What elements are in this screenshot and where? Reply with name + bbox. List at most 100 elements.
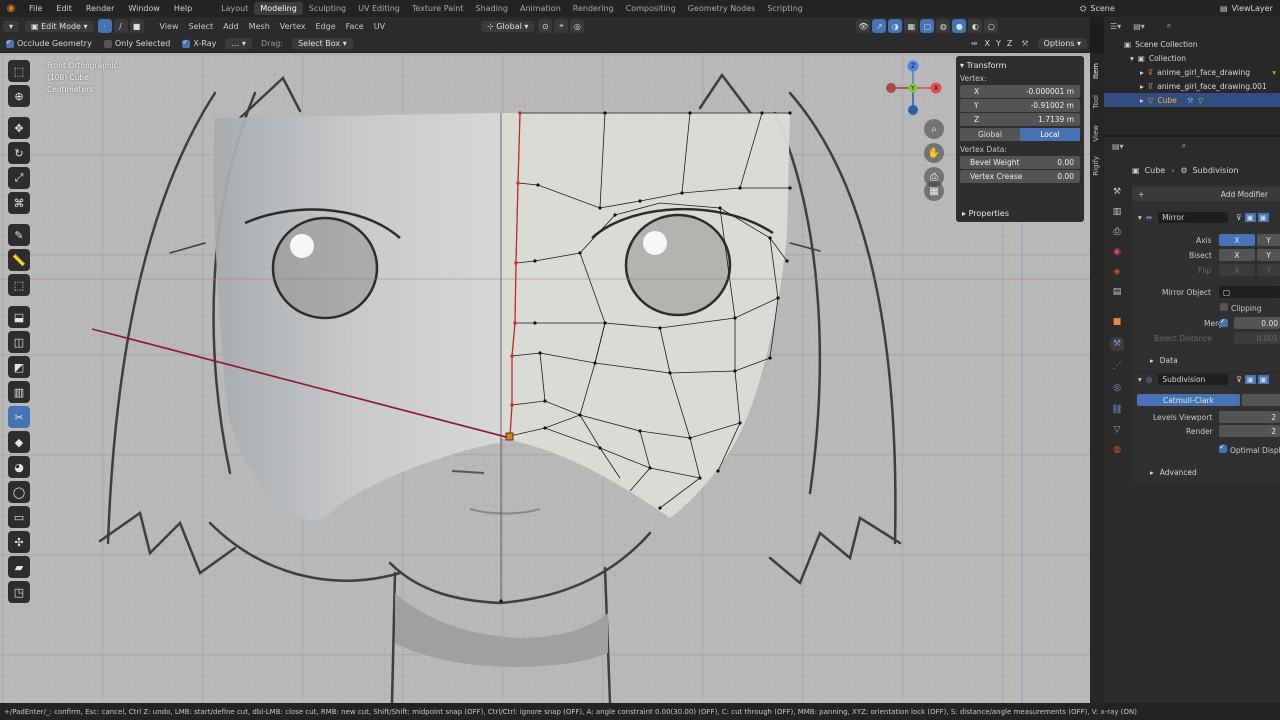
- overlay-icon[interactable]: ◑: [888, 19, 903, 33]
- mirror-object-field[interactable]: ▢: [1219, 286, 1280, 298]
- wireframe-shading-icon[interactable]: ◍: [936, 19, 951, 33]
- bisect-x-toggle[interactable]: X: [1219, 249, 1255, 261]
- outliner-item-face-drawing[interactable]: ▸ ⊽ anime_girl_face_drawing ▾: [1104, 65, 1280, 79]
- editmode-toggle-icon[interactable]: ▣: [1244, 212, 1256, 222]
- ortho-grid-icon[interactable]: ▦: [924, 181, 944, 201]
- viewport-toggle-icon[interactable]: ▣: [1257, 212, 1269, 222]
- menu-uv[interactable]: UV: [369, 22, 390, 31]
- physics-tab-icon[interactable]: ◎: [1110, 381, 1124, 395]
- data-tab-icon[interactable]: ▽: [1110, 423, 1124, 437]
- workspace-tab-geometry-nodes[interactable]: Geometry Nodes: [682, 2, 761, 15]
- editmode-toggle-icon[interactable]: ▣: [1244, 375, 1256, 384]
- global-button[interactable]: Global: [960, 128, 1020, 141]
- vertex-crease-field[interactable]: Vertex Crease 0.00: [960, 170, 1080, 183]
- menu-add[interactable]: Add: [218, 22, 244, 31]
- scene-tab-icon[interactable]: ◈: [1110, 265, 1124, 279]
- menu-help[interactable]: Help: [167, 4, 199, 13]
- bisect-y-toggle[interactable]: Y: [1257, 249, 1280, 261]
- menu-window[interactable]: Window: [121, 4, 167, 13]
- sidebar-tab-rigify[interactable]: Rigify: [1092, 156, 1100, 176]
- axis-x-toggle[interactable]: X: [1219, 234, 1255, 246]
- advanced-subpanel-header[interactable]: ▸ Advanced: [1132, 465, 1280, 479]
- output-tab-icon[interactable]: ⎙: [1110, 225, 1124, 239]
- add-modifier-button[interactable]: + Add Modifier: [1132, 187, 1280, 201]
- menu-edge[interactable]: Edge: [310, 22, 340, 31]
- workspace-tab-rendering[interactable]: Rendering: [567, 2, 620, 15]
- rotate-tool-icon[interactable]: ↻: [8, 142, 30, 164]
- particles-tab-icon[interactable]: ⋰: [1110, 359, 1124, 373]
- merge-distance-field[interactable]: 0.00: [1234, 317, 1280, 329]
- bevel-weight-field[interactable]: Bevel Weight 0.00: [960, 156, 1080, 169]
- simple-button[interactable]: [1242, 394, 1280, 406]
- optimal-display-checkbox[interactable]: Optimal Displ: [1219, 443, 1280, 455]
- smooth-tool-icon[interactable]: ◯: [8, 481, 30, 503]
- face-select-icon[interactable]: ■: [129, 19, 144, 33]
- display-mode-icon[interactable]: ▤▾: [1133, 22, 1145, 31]
- flip-y-toggle[interactable]: Y: [1257, 264, 1280, 276]
- scene-selector[interactable]: ⛭ Scene: [1080, 0, 1115, 17]
- edge-slide-tool-icon[interactable]: ▭: [8, 506, 30, 528]
- vertex-select-icon[interactable]: ·: [97, 19, 112, 33]
- drag-dropdown[interactable]: Select Box ▾: [292, 38, 353, 49]
- clipping-checkbox[interactable]: Clipping: [1220, 303, 1262, 313]
- mirror-y-toggle[interactable]: Y: [996, 39, 1001, 48]
- solid-shading-icon[interactable]: ●: [952, 19, 967, 33]
- outliner-item-scene-collection[interactable]: ▣ Scene Collection: [1104, 37, 1280, 51]
- rendered-shading-icon[interactable]: ○: [984, 19, 999, 33]
- transform-tool-icon[interactable]: ⌘: [8, 192, 30, 214]
- view-layer-selector[interactable]: ▤ ViewLayer: [1220, 0, 1273, 17]
- shrink-fatten-tool-icon[interactable]: ✣: [8, 531, 30, 553]
- vertex-y-field[interactable]: Y -0.91002 m: [960, 99, 1080, 112]
- workspace-tab-layout[interactable]: Layout: [215, 2, 254, 15]
- levels-viewport-field[interactable]: 2: [1219, 411, 1280, 423]
- outliner-item-collection[interactable]: ▾ ▣ Collection: [1104, 51, 1280, 65]
- menu-select[interactable]: Select: [184, 22, 219, 31]
- menu-vertex[interactable]: Vertex: [275, 22, 311, 31]
- options-dropdown[interactable]: Options ▾: [1037, 38, 1087, 49]
- flip-x-toggle[interactable]: X: [1219, 264, 1255, 276]
- pan-hand-icon[interactable]: ✋: [924, 143, 944, 163]
- xray-toggle-icon[interactable]: ▢: [920, 19, 935, 33]
- workspace-tab-uv-editing[interactable]: UV Editing: [352, 2, 406, 15]
- rip-tool-icon[interactable]: ◳: [8, 581, 30, 603]
- sidebar-tab-item[interactable]: Item: [1092, 63, 1100, 79]
- pivot-icon[interactable]: ⊙: [538, 19, 553, 33]
- spin-tool-icon[interactable]: ◕: [8, 456, 30, 478]
- menu-face[interactable]: Face: [341, 22, 369, 31]
- funnel-icon[interactable]: ⊽: [1236, 213, 1242, 222]
- wrench-icon[interactable]: ⚒: [1021, 39, 1028, 48]
- properties-editor-icon[interactable]: ▤▾: [1112, 142, 1124, 151]
- subdivision-modifier-header[interactable]: ▾ ◎ Subdivision ⊽ ▣ ▣: [1132, 372, 1280, 386]
- outliner-search-icon[interactable]: ⌕: [1167, 21, 1171, 31]
- mesh-edit-overlay-icon[interactable]: ▦: [904, 19, 919, 33]
- view-layer-tab-icon[interactable]: ◉: [1110, 245, 1124, 259]
- knife-tool-icon[interactable]: ✂: [8, 406, 30, 428]
- bevel-tool-icon[interactable]: ◩: [8, 356, 30, 378]
- editor-type-dropdown[interactable]: ▾: [3, 20, 20, 32]
- workspace-tab-animation[interactable]: Animation: [514, 2, 567, 15]
- visibility-eye-icon[interactable]: ▾: [1272, 68, 1276, 77]
- world-tab-icon[interactable]: ▤: [1110, 285, 1124, 299]
- extrude-tool-icon[interactable]: ⬓: [8, 306, 30, 328]
- poly-build-tool-icon[interactable]: ◆: [8, 431, 30, 453]
- workspace-tab-shading[interactable]: Shading: [469, 2, 514, 15]
- data-subpanel-header[interactable]: ▸ Data: [1132, 353, 1280, 367]
- menu-render[interactable]: Render: [79, 4, 121, 13]
- gizmo-icon[interactable]: ↗: [872, 19, 887, 33]
- catmull-clark-button[interactable]: Catmull-Clark: [1137, 394, 1240, 406]
- sidebar-tab-view[interactable]: View: [1092, 125, 1100, 142]
- bisect-distance-field[interactable]: 0.001: [1234, 332, 1280, 344]
- proportional-edit-icon[interactable]: ◎: [570, 19, 585, 33]
- funnel-icon[interactable]: ⊽: [1236, 375, 1242, 384]
- transform-orientation-dropdown[interactable]: ⊹ Global ▾: [481, 20, 535, 32]
- menu-mesh[interactable]: Mesh: [244, 22, 275, 31]
- outliner-item-cube[interactable]: ▸ ▽ Cube ⚒ ▽: [1104, 93, 1280, 107]
- annotate-tool-icon[interactable]: ✎: [8, 224, 30, 246]
- outliner-editor-icon[interactable]: ☰▾: [1110, 22, 1121, 31]
- menu-view[interactable]: View: [155, 22, 184, 31]
- render-levels-field[interactable]: 2: [1219, 425, 1280, 437]
- object-tab-icon[interactable]: ■: [1110, 315, 1124, 329]
- more-options-dropdown[interactable]: … ▾: [225, 38, 252, 49]
- workspace-tab-sculpting[interactable]: Sculpting: [303, 2, 352, 15]
- outliner-item-face-drawing-001[interactable]: ▸ ⊽ anime_girl_face_drawing.001: [1104, 79, 1280, 93]
